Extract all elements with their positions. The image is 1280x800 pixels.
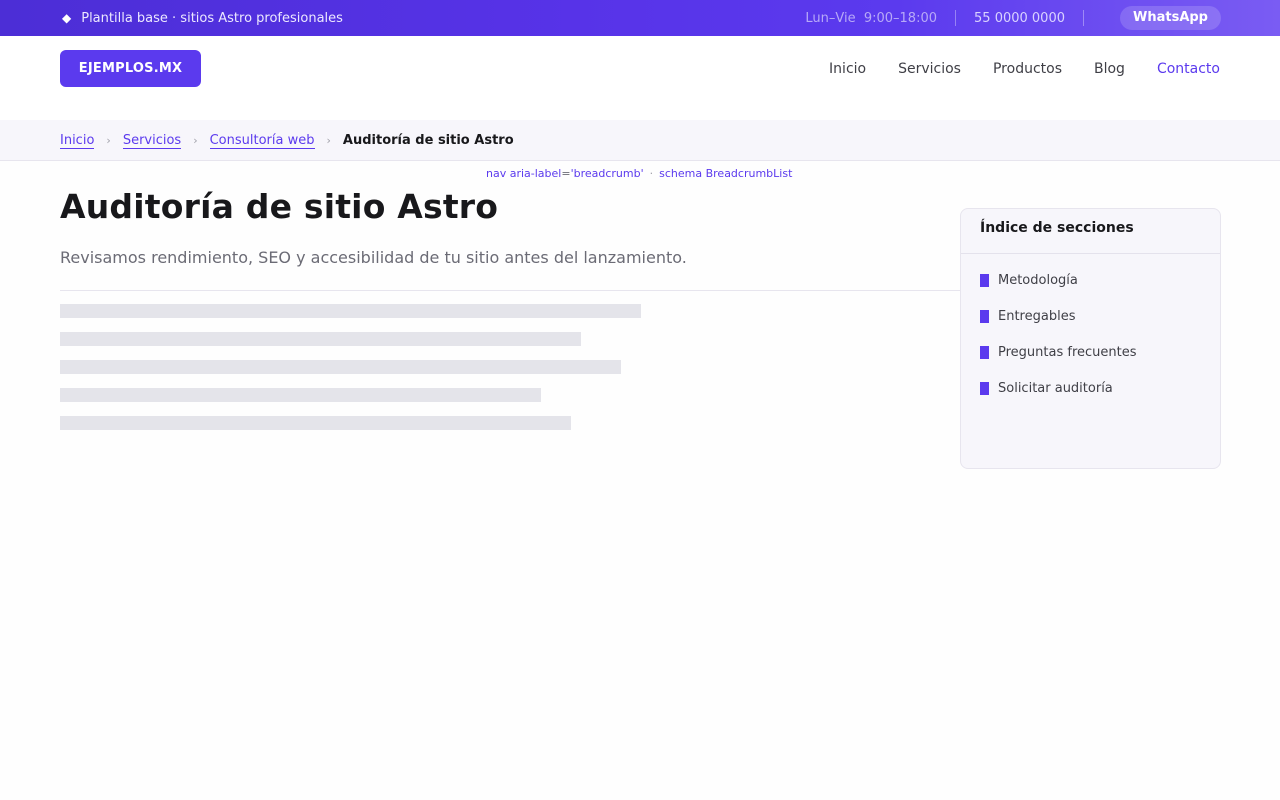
contact-info: Lun–Vie 9:00–18:00 55 0000 0000 WhatsApp xyxy=(805,0,1221,36)
hours-time: 9:00–18:00 xyxy=(863,10,938,26)
section-index-title: Índice de secciones xyxy=(980,220,1134,236)
annotation-schema: schema BreadcrumbList xyxy=(659,167,793,180)
bullet-icon xyxy=(980,273,989,287)
section-index: Índice de secciones Metodología Entregab… xyxy=(960,208,1221,469)
breadcrumb: Inicio › Servicios › Consultoría web › A… xyxy=(60,120,514,161)
skeleton-line xyxy=(60,360,621,374)
bullet-icon xyxy=(980,345,989,359)
bullet-icon xyxy=(980,381,989,395)
skeleton-line xyxy=(60,304,641,318)
skeleton-line xyxy=(60,416,571,430)
annotation-equals: = xyxy=(561,167,571,180)
skeleton-line xyxy=(60,388,541,402)
tagline: ◆ Plantilla base · sitios Astro profesio… xyxy=(62,0,343,36)
toc-item-label: Solicitar auditoría xyxy=(998,380,1113,396)
divider xyxy=(961,253,1220,254)
site-header: EJEMPLOS.MX Inicio Servicios Productos B… xyxy=(0,36,1280,120)
breadcrumb-link-consultoria[interactable]: Consultoría web xyxy=(209,133,315,149)
chevron-right-icon: › xyxy=(106,134,111,147)
annotation-value: 'breadcrumb' xyxy=(570,167,644,180)
phone-link[interactable]: 55 0000 0000 xyxy=(974,11,1065,26)
skeleton-line xyxy=(60,332,581,346)
breadcrumb-current: Auditoría de sitio Astro xyxy=(342,133,514,148)
nav-link-contacto[interactable]: Contacto xyxy=(1157,61,1220,77)
whatsapp-button[interactable]: WhatsApp xyxy=(1120,6,1221,30)
breadcrumb-link-inicio[interactable]: Inicio xyxy=(60,133,95,149)
business-hours: Lun–Vie 9:00–18:00 xyxy=(805,11,937,26)
nav-link-productos[interactable]: Productos xyxy=(993,61,1062,77)
logo[interactable]: EJEMPLOS.MX xyxy=(60,50,201,87)
toc-item-solicitar-auditoria[interactable]: Solicitar auditoría xyxy=(980,370,1137,406)
toc-item-label: Preguntas frecuentes xyxy=(998,344,1137,360)
page-title: Auditoría de sitio Astro xyxy=(60,187,499,226)
toc-item-label: Metodología xyxy=(998,272,1078,288)
breadcrumb-link-servicios[interactable]: Servicios xyxy=(122,133,182,149)
nav-link-servicios[interactable]: Servicios xyxy=(898,61,961,77)
bullet-icon xyxy=(980,309,989,323)
nav-link-inicio[interactable]: Inicio xyxy=(829,61,866,77)
toc-item-label: Entregables xyxy=(998,308,1076,324)
tagline-text: Plantilla base · sitios Astro profesiona… xyxy=(81,10,343,26)
hours-days: Lun–Vie xyxy=(805,10,856,26)
page-subtitle: Revisamos rendimiento, SEO y accesibilid… xyxy=(60,248,687,267)
annotation-separator: · xyxy=(649,167,654,180)
nav-link-blog[interactable]: Blog xyxy=(1094,61,1125,77)
toc-item-entregables[interactable]: Entregables xyxy=(980,298,1137,334)
chevron-right-icon: › xyxy=(193,134,198,147)
chevron-right-icon: › xyxy=(326,134,331,147)
diamond-icon: ◆ xyxy=(62,11,72,25)
main-nav: Inicio Servicios Productos Blog Contacto xyxy=(829,50,1220,87)
annotation-attr: nav aria-label xyxy=(486,167,562,180)
top-bar: ◆ Plantilla base · sitios Astro profesio… xyxy=(0,0,1280,36)
divider xyxy=(955,10,957,26)
breadcrumb-annotation: nav aria-label='breadcrumb' · schema Bread… xyxy=(486,167,792,180)
content-divider xyxy=(60,290,960,291)
divider xyxy=(1083,10,1084,26)
toc-item-preguntas-frecuentes[interactable]: Preguntas frecuentes xyxy=(980,334,1137,370)
toc-item-metodologia[interactable]: Metodología xyxy=(980,262,1137,298)
breadcrumb-bar: Inicio › Servicios › Consultoría web › A… xyxy=(0,120,1280,161)
